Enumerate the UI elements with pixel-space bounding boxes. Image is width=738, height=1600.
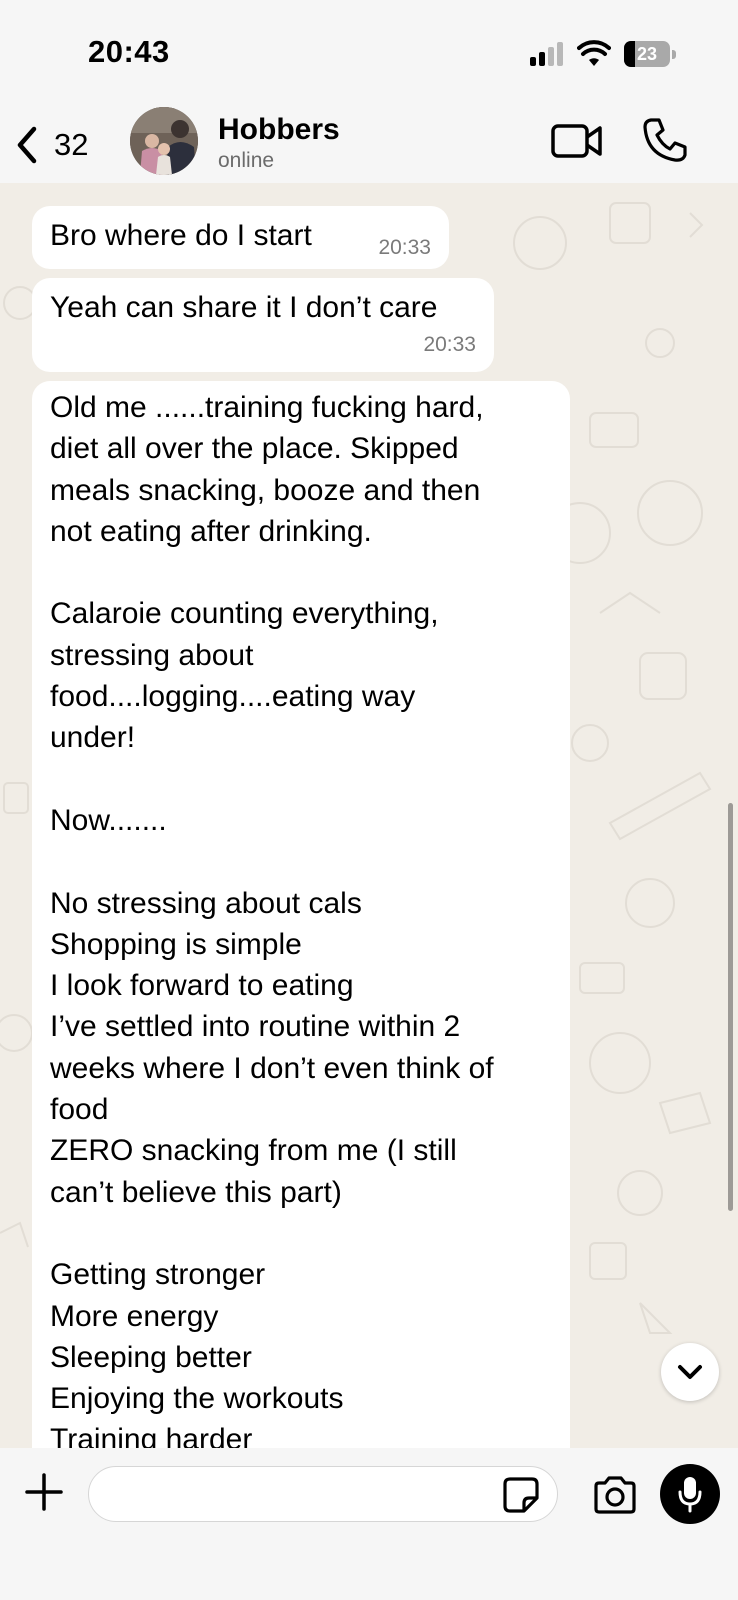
sticker-icon (503, 1477, 539, 1513)
chat-area[interactable]: Bro where do I start 20:33 Yeah can shar… (0, 183, 738, 1448)
voice-message-button[interactable] (660, 1464, 720, 1524)
message-bubble[interactable]: Yeah can share it I don’t care 20:33 (32, 278, 494, 372)
battery-nub (672, 50, 676, 59)
battery-icon: 23 (624, 41, 670, 67)
contact-info[interactable]: Hobbers online (218, 113, 340, 175)
video-call-button[interactable] (551, 123, 603, 164)
message-bubble[interactable]: Bro where do I start 20:33 (32, 206, 449, 269)
camera-icon (594, 1476, 636, 1514)
phone-icon (643, 118, 687, 162)
scroll-to-bottom-button[interactable] (661, 1343, 719, 1401)
message-bubble[interactable]: Old me ......training fucking hard, diet… (32, 381, 570, 1448)
video-call-icon (551, 124, 602, 158)
microphone-icon (678, 1477, 702, 1513)
wifi-icon (577, 40, 611, 66)
camera-button[interactable] (592, 1476, 638, 1519)
chevron-left-icon (17, 126, 37, 164)
battery-level: 23 (636, 44, 658, 64)
input-bar (0, 1448, 738, 1600)
avatar[interactable] (130, 107, 198, 175)
chat-header: 32 Hobbers online (0, 105, 738, 183)
contact-status: online (218, 149, 275, 172)
unread-count: 32 (54, 127, 89, 162)
contact-name: Hobbers (218, 113, 340, 146)
voice-call-button[interactable] (643, 117, 687, 168)
message-text: Yeah can share it I don’t care (50, 291, 438, 324)
attach-button[interactable] (24, 1472, 64, 1517)
sticker-button[interactable] (502, 1476, 540, 1519)
message-time: 20:33 (378, 236, 431, 259)
message-time: 20:33 (423, 333, 476, 356)
message-input[interactable] (88, 1466, 558, 1522)
back-button[interactable]: 32 (12, 119, 88, 171)
message-text: Bro where do I start (50, 219, 312, 252)
plus-icon (25, 1473, 63, 1511)
status-bar: 20:43 23 (0, 0, 738, 105)
status-time: 20:43 (88, 34, 170, 69)
message-text: Old me ......training fucking hard, diet… (50, 391, 494, 1448)
scrollbar[interactable] (728, 803, 733, 1211)
chevron-down-icon (678, 1365, 702, 1379)
signal-icon (530, 42, 566, 66)
